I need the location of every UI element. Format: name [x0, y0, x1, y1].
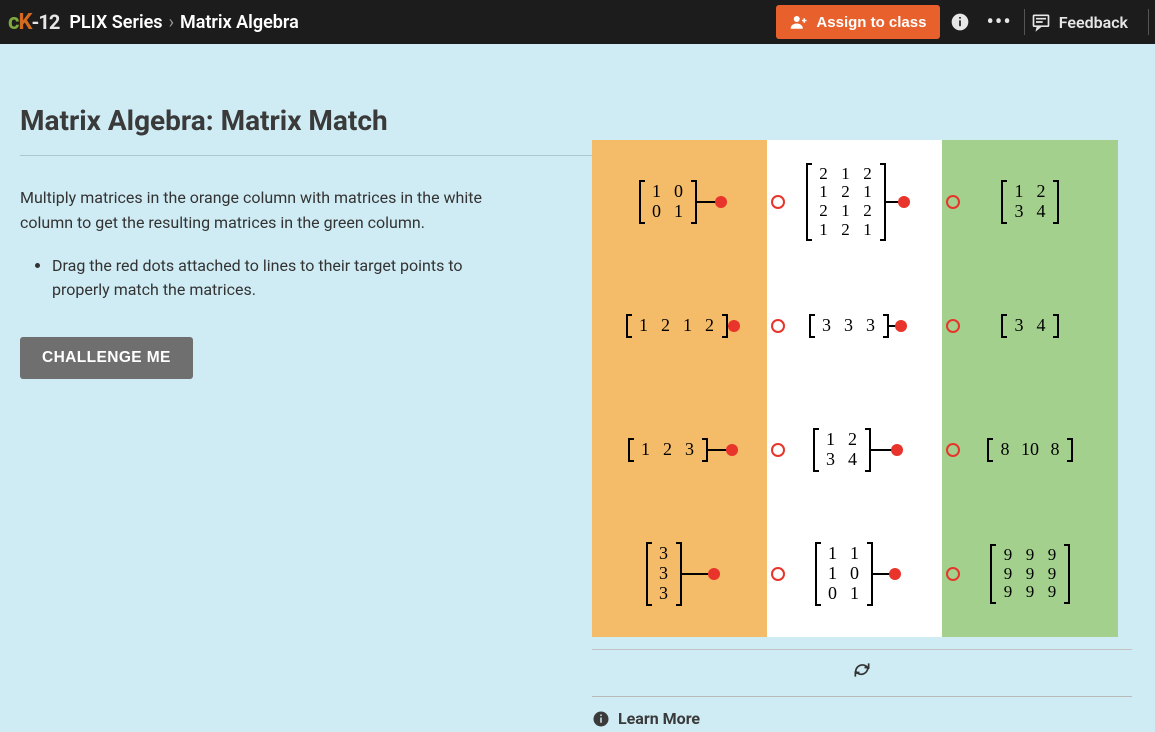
logo-k: K — [18, 10, 31, 35]
drag-dot[interactable] — [898, 196, 910, 208]
refresh-bar — [592, 649, 1132, 690]
target-ring[interactable] — [946, 567, 960, 581]
drag-dot[interactable] — [708, 568, 720, 580]
matrix-board: 1001 1212 123 333 — [592, 140, 1118, 637]
drag-dot[interactable] — [715, 196, 727, 208]
orange-row-2: 1212 — [592, 264, 767, 388]
white-matrix-3: 1234 — [813, 428, 871, 472]
connector-line — [726, 325, 734, 327]
green-row-2: 34 — [942, 264, 1118, 388]
orange-matrix-2: 1212 — [626, 314, 728, 338]
connector-line — [680, 573, 714, 575]
main-content: Matrix Algebra: Matrix Match Multiply ma… — [0, 44, 1155, 728]
orange-row-3: 123 — [592, 388, 767, 512]
orange-matrix-1: 1001 — [639, 180, 697, 224]
orange-matrix-4: 333 — [646, 542, 682, 605]
white-row-2: 333 — [767, 264, 942, 388]
crumb-separator-icon: › — [169, 12, 174, 33]
white-matrix-4: 111001 — [815, 542, 873, 605]
refresh-icon[interactable] — [852, 660, 872, 680]
green-row-4: 999999999 — [942, 512, 1118, 636]
target-ring[interactable] — [771, 319, 785, 333]
instructions-bullet: Drag the red dots attached to lines to t… — [52, 254, 490, 304]
target-ring[interactable] — [946, 319, 960, 333]
feedback-button[interactable]: Feedback — [1031, 12, 1142, 32]
info-icon[interactable] — [950, 12, 970, 32]
target-ring[interactable] — [771, 443, 785, 457]
divider — [1148, 9, 1149, 35]
white-column: 212121212121 333 1234 111001 — [767, 140, 942, 637]
crumb-matrix-algebra[interactable]: Matrix Algebra — [180, 12, 299, 33]
feedback-label: Feedback — [1059, 13, 1128, 32]
green-row-1: 1234 — [942, 140, 1118, 264]
page-title: Matrix Algebra: Matrix Match — [20, 104, 592, 156]
green-matrix-2: 34 — [1001, 314, 1059, 338]
white-row-4: 111001 — [767, 512, 942, 636]
white-matrix-1: 212121212121 — [806, 163, 886, 242]
learn-more-row[interactable]: Learn More — [592, 696, 1132, 728]
orange-row-1: 1001 — [592, 140, 767, 264]
divider — [1024, 9, 1025, 35]
feedback-icon — [1031, 12, 1051, 32]
top-bar: cK-12 PLIX Series › Matrix Algebra Assig… — [0, 0, 1155, 44]
left-column: Matrix Algebra: Matrix Match Multiply ma… — [12, 44, 592, 728]
connector-line — [871, 573, 895, 575]
logo-c: c — [8, 10, 18, 35]
connector-line — [706, 449, 732, 451]
instructions: Multiply matrices in the orange column w… — [20, 186, 490, 303]
ck12-logo[interactable]: cK-12 — [0, 10, 69, 35]
white-row-3: 1234 — [767, 388, 942, 512]
drag-dot[interactable] — [728, 320, 740, 332]
target-ring[interactable] — [946, 443, 960, 457]
target-ring[interactable] — [946, 195, 960, 209]
green-row-3: 8108 — [942, 388, 1118, 512]
target-ring[interactable] — [771, 567, 785, 581]
orange-matrix-3: 123 — [628, 438, 708, 462]
green-matrix-1: 1234 — [1001, 180, 1059, 224]
instructions-paragraph: Multiply matrices in the orange column w… — [20, 186, 490, 236]
green-matrix-4: 999999999 — [990, 544, 1070, 604]
assign-button-label: Assign to class — [816, 14, 926, 31]
logo-12: 12 — [38, 10, 59, 34]
challenge-me-button[interactable]: CHALLENGE ME — [20, 337, 193, 379]
connector-line — [695, 201, 721, 203]
drag-dot[interactable] — [889, 568, 901, 580]
connector-line — [887, 325, 901, 327]
drag-dot[interactable] — [895, 320, 907, 332]
green-matrix-3: 8108 — [987, 438, 1073, 462]
green-column: 1234 34 8108 999999999 — [942, 140, 1118, 637]
crumb-plix-series[interactable]: PLIX Series — [69, 12, 162, 33]
orange-column: 1001 1212 123 333 — [592, 140, 767, 637]
breadcrumb: PLIX Series › Matrix Algebra — [69, 12, 298, 33]
person-plus-icon — [790, 13, 808, 31]
more-menu-icon[interactable]: ••• — [980, 10, 1017, 35]
drag-dot[interactable] — [891, 444, 903, 456]
white-row-1: 212121212121 — [767, 140, 942, 264]
learn-more-label: Learn More — [618, 709, 700, 728]
drag-dot[interactable] — [726, 444, 738, 456]
connector-line — [884, 201, 904, 203]
assign-to-class-button[interactable]: Assign to class — [776, 5, 940, 39]
orange-row-4: 333 — [592, 512, 767, 636]
white-matrix-2: 333 — [809, 314, 889, 338]
connector-line — [869, 449, 897, 451]
target-ring[interactable] — [771, 195, 785, 209]
info-icon — [592, 710, 610, 728]
right-column: 1001 1212 123 333 — [592, 140, 1132, 728]
